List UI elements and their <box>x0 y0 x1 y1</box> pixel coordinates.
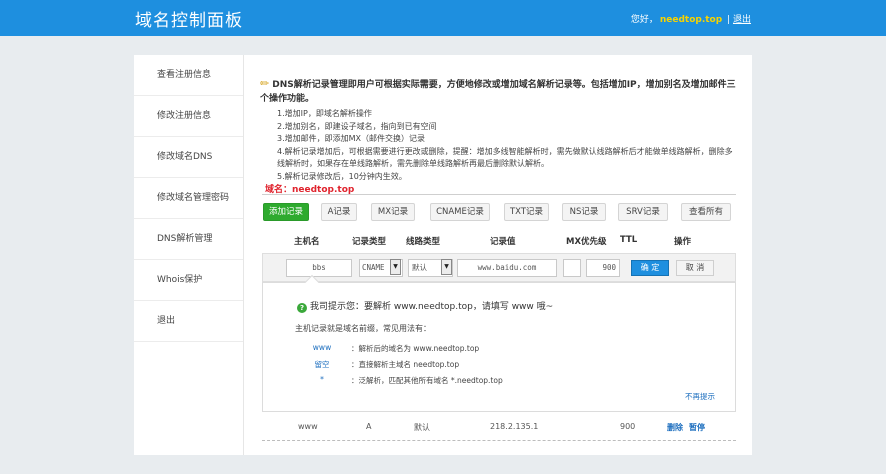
intro-item: 3.增加邮件，即添加MX（邮件交换）记录 <box>277 134 426 143</box>
host-input[interactable]: bbs <box>286 259 352 277</box>
sidebar-item-exit[interactable]: 退出 <box>134 301 243 342</box>
intro-list: 1.增加IP，即域名解析操作 2.增加别名，即建设子域名，指向到已有空间 3.增… <box>277 108 740 183</box>
tab-a-record[interactable]: A记录 <box>321 203 357 221</box>
value-input[interactable]: www.baidu.com <box>457 259 557 277</box>
intro-item: 1.增加IP，即域名解析操作 <box>277 109 372 118</box>
tab-mx-record[interactable]: MX记录 <box>371 203 415 221</box>
hint-desc: ：泛解析，匹配其他所有域名 *.needtop.top <box>351 376 503 385</box>
tab-add-record[interactable]: 添加记录 <box>263 203 309 221</box>
hint-title-text: 我司提示您：要解析 www.needtop.top，请填写 www 哦~ <box>310 302 554 312</box>
divider <box>262 194 736 195</box>
pause-link[interactable]: 暂停 <box>689 422 705 433</box>
question-icon: ? <box>297 303 307 313</box>
row-divider <box>262 440 736 441</box>
hint-key: 留空 <box>314 360 330 369</box>
record-host: www <box>298 422 318 431</box>
logout-link[interactable]: 退出 <box>733 15 751 25</box>
sidebar-item-edit-password[interactable]: 修改域名管理密码 <box>134 178 243 219</box>
header-line: 线路类型 <box>406 237 441 247</box>
header-mx: MX优先级 <box>566 237 607 247</box>
confirm-button[interactable]: 确 定 <box>631 260 669 276</box>
hint-desc: ：直接解析主域名 needtop.top <box>351 360 460 369</box>
header-value: 记录值 <box>490 237 516 247</box>
intro-item: 2.增加别名，即建设子域名，指向到已有空间 <box>277 121 437 131</box>
hint-key: * <box>320 375 324 384</box>
tab-cname-record[interactable]: CNAME记录 <box>430 203 490 221</box>
chevron-down-icon[interactable]: ▼ <box>441 259 452 275</box>
tab-ns-record[interactable]: NS记录 <box>562 203 606 221</box>
sidebar: 查看注册信息 修改注册信息 修改域名DNS 修改域名管理密码 DNS解析管理 W… <box>134 55 244 455</box>
tab-view-all[interactable]: 查看所有 <box>681 203 731 221</box>
sidebar-item-edit-registration[interactable]: 修改注册信息 <box>134 96 243 137</box>
intro-section: ✏ DNS解析记录管理即用户可根据实际需要，方便地修改或增加域名解析记录等。包括增… <box>260 77 740 183</box>
intro-lead-text: DNS解析记录管理即用户可根据实际需要，方便地修改或增加域名解析记录等。包括增加… <box>260 80 736 104</box>
header-actions: 操作 <box>674 237 692 247</box>
hint-title: ? 我司提示您：要解析 www.needtop.top，请填写 www 哦~ <box>297 299 553 313</box>
hint-desc: ：解析后的域名为 www.needtop.top <box>351 344 480 353</box>
hint-subtitle: 主机记录就是域名前缀，常见用法有： <box>295 324 431 333</box>
separator: | <box>727 15 731 25</box>
delete-link[interactable]: 删除 <box>667 422 683 433</box>
header-type: 记录类型 <box>352 237 387 247</box>
main-panel: 查看注册信息 修改注册信息 修改域名DNS 修改域名管理密码 DNS解析管理 W… <box>134 55 752 455</box>
tab-srv-record[interactable]: SRV记录 <box>618 203 668 221</box>
record-line: 默认 <box>414 423 430 432</box>
username-link[interactable]: needtop.top <box>660 15 722 25</box>
dismiss-hint-link[interactable]: 不再提示 <box>685 391 715 402</box>
intro-lead: ✏ DNS解析记录管理即用户可根据实际需要，方便地修改或增加域名解析记录等。包括增… <box>260 77 740 106</box>
greeting-text: 您好， <box>630 15 658 25</box>
sidebar-item-whois[interactable]: Whois保护 <box>134 260 243 301</box>
hint-box: ? 我司提示您：要解析 www.needtop.top，请填写 www 哦~ 主机… <box>262 274 736 412</box>
record-ttl: 900 <box>620 422 636 431</box>
user-bar: 您好， needtop.top | 退出 <box>631 12 751 25</box>
content-area: ✏ DNS解析记录管理即用户可根据实际需要，方便地修改或增加域名解析记录等。包括增… <box>244 55 752 455</box>
sidebar-item-edit-dns[interactable]: 修改域名DNS <box>134 137 243 178</box>
app-title: 域名控制面板 <box>135 11 243 31</box>
mx-input[interactable] <box>563 259 581 277</box>
record-type: A <box>366 422 372 431</box>
intro-item: 4.解析记录增加后，可根据需要进行更改或删除，提醒：增加多线智能解析时，需先做默… <box>277 146 733 156</box>
pencil-icon: ✏ <box>260 77 270 90</box>
record-edit-row: bbs CNAME ▼ 默认 ▼ www.baidu.com 900 确 定 取… <box>262 253 736 282</box>
header-host: 主机名 <box>294 237 320 247</box>
header-ttl: TTL <box>620 235 638 245</box>
chevron-down-icon[interactable]: ▼ <box>390 259 401 275</box>
sidebar-item-dns-management[interactable]: DNS解析管理 <box>134 219 243 260</box>
intro-item: 线解析时，如果存在单线路解析，需先删除单线路解析再最后删除默认解析。 <box>277 159 549 168</box>
hint-key: www <box>312 343 332 352</box>
sidebar-item-view-registration[interactable]: 查看注册信息 <box>134 55 243 96</box>
ttl-input[interactable]: 900 <box>586 259 620 277</box>
table-row: www A 默认 218.2.135.1 900 删除 暂停 <box>262 417 736 439</box>
tab-txt-record[interactable]: TXT记录 <box>504 203 549 221</box>
top-header: 域名控制面板 您好， needtop.top | 退出 <box>0 0 886 36</box>
cancel-button[interactable]: 取 消 <box>676 260 714 276</box>
record-value: 218.2.135.1 <box>490 422 539 431</box>
